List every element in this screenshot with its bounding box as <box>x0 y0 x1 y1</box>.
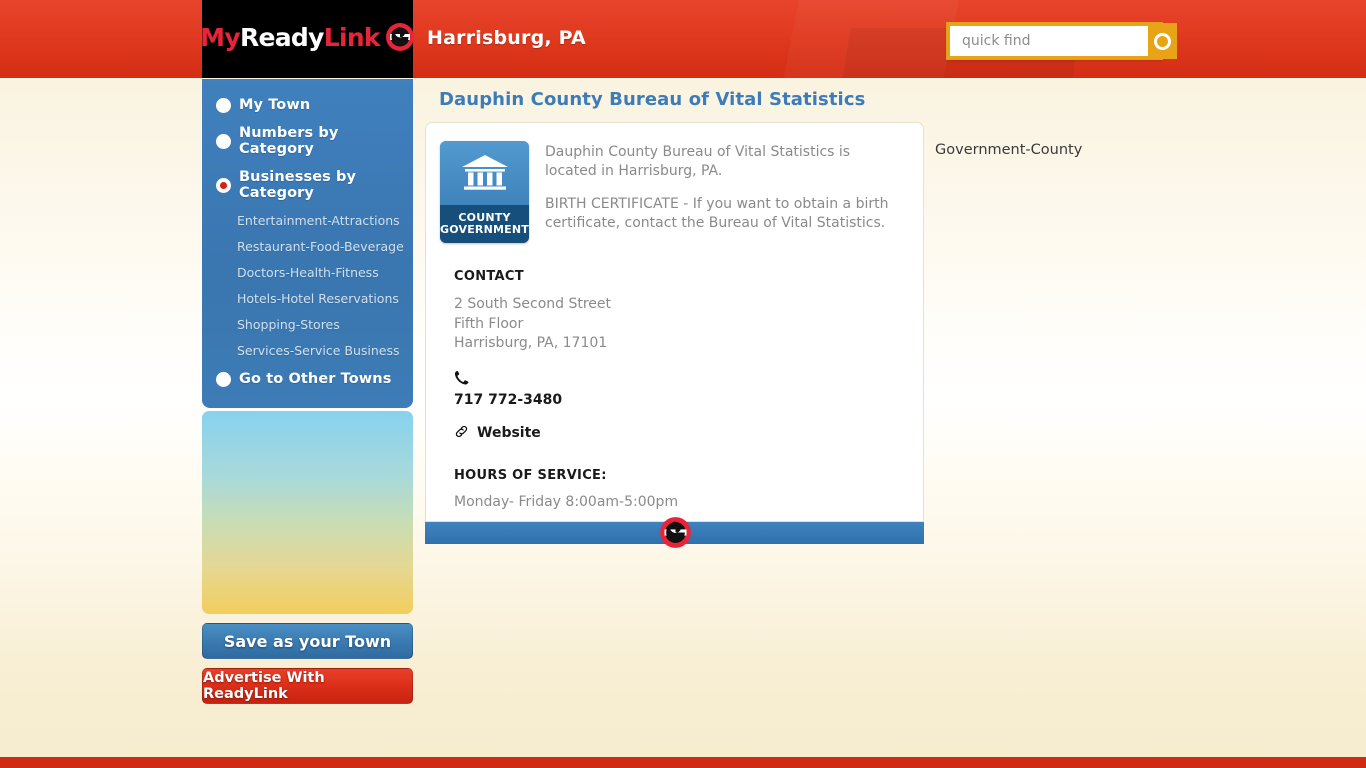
sidebar-subitem-services[interactable]: Services-Service Business <box>202 337 413 363</box>
bullet-icon <box>216 371 231 387</box>
government-building-icon <box>440 141 529 205</box>
bullet-icon <box>216 97 231 113</box>
sidebar-item-label: Go to Other Towns <box>239 371 392 387</box>
save-as-your-town-button[interactable]: Save as your Town <box>202 623 413 659</box>
logo-part-my: My <box>200 23 240 52</box>
website-label: Website <box>477 425 541 441</box>
sidebar-item-label: My Town <box>239 97 311 113</box>
link-icon <box>454 424 469 443</box>
sidebar-item-businesses-by-category[interactable]: Businesses by Category <box>202 163 413 207</box>
business-detail-card: COUNTY GOVERNMENT Dauphin County Bureau … <box>425 122 924 522</box>
website-link[interactable]: Website <box>454 424 903 443</box>
address-line-1: 2 South Second Street <box>454 296 612 312</box>
hours-heading: HOURS OF SERVICE: <box>454 467 607 483</box>
sidebar-subitem-hotels[interactable]: Hotels-Hotel Reservations <box>202 285 413 311</box>
sidebar-item-numbers-by-category[interactable]: Numbers by Category <box>202 119 413 163</box>
logo-part-link: Link <box>323 23 381 52</box>
page-header: MyReadyLink Harrisburg, PA <box>0 0 1366 78</box>
town-name: Harrisburg, PA <box>427 27 586 49</box>
bullet-icon <box>216 133 231 149</box>
address-line-3: Harrisburg, PA, 17101 <box>454 335 608 351</box>
search-button[interactable] <box>1148 23 1177 59</box>
brand-logo-text: MyReadyLink <box>200 22 415 56</box>
sidebar-item-go-to-other-towns[interactable]: Go to Other Towns <box>202 365 413 393</box>
description-column: Dauphin County Bureau of Vital Statistic… <box>529 141 903 247</box>
sidebar-nav: My Town Numbers by Category Businesses b… <box>202 79 413 408</box>
contact-heading: CONTACT <box>454 269 524 284</box>
description-paragraph-2: BIRTH CERTIFICATE - If you want to obtai… <box>545 196 889 231</box>
readylink-circle-icon <box>385 22 415 56</box>
hours-value: Monday- Friday 8:00am-5:00pm <box>454 493 679 510</box>
readylink-circle-icon <box>659 516 692 549</box>
sidebar-subitem-shopping[interactable]: Shopping-Stores <box>202 311 413 337</box>
quick-find-search <box>946 22 1177 60</box>
sidebar-item-label: Businesses by Category <box>239 169 357 201</box>
logo-part-ready: Ready <box>239 23 324 52</box>
category-tag: Government-County <box>935 142 1083 158</box>
address-block: 2 South Second Street Fifth Floor Harris… <box>454 295 903 354</box>
advertise-with-readylink-button[interactable]: Advertise With ReadyLink <box>202 668 413 704</box>
contact-section: CONTACT 2 South Second Street Fifth Floo… <box>440 269 903 510</box>
search-circle-icon <box>1154 32 1171 50</box>
sidebar-subitem-doctors[interactable]: Doctors-Health-Fitness <box>202 259 413 285</box>
bullet-selected-icon <box>216 177 231 193</box>
category-badge-label: COUNTY GOVERNMENT <box>440 205 529 243</box>
category-badge: COUNTY GOVERNMENT <box>440 141 529 243</box>
advertisement-placeholder[interactable] <box>202 411 413 614</box>
badge-line-2: GOVERNMENT <box>440 223 529 236</box>
card-header-row: COUNTY GOVERNMENT Dauphin County Bureau … <box>440 141 903 247</box>
sidebar-item-my-town[interactable]: My Town <box>202 91 413 119</box>
sidebar-subitem-restaurant[interactable]: Restaurant-Food-Beverage <box>202 233 413 259</box>
phone-number[interactable]: 717 772-3480 <box>454 392 903 408</box>
description-paragraph-1: Dauphin County Bureau of Vital Statistic… <box>545 144 851 179</box>
sidebar-item-label: Numbers by Category <box>239 125 339 157</box>
page-title: Dauphin County Bureau of Vital Statistic… <box>439 89 866 110</box>
page-footer-bar <box>0 757 1366 768</box>
search-input[interactable] <box>950 26 1148 56</box>
sidebar-subitem-entertainment[interactable]: Entertainment-Attractions <box>202 207 413 233</box>
address-line-2: Fifth Floor <box>454 315 524 332</box>
phone-icon <box>454 370 903 389</box>
brand-logo[interactable]: MyReadyLink <box>200 0 415 78</box>
